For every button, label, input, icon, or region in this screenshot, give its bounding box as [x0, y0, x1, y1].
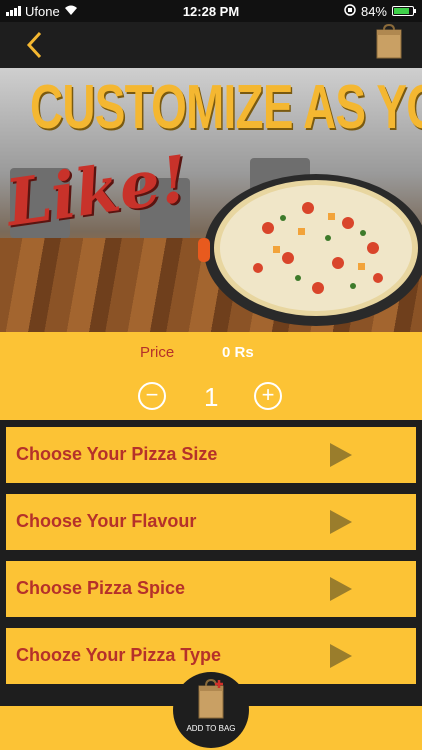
price-value: 0 Rs — [222, 344, 254, 361]
plus-icon: + — [261, 382, 275, 407]
play-arrow-icon — [330, 443, 352, 467]
price-panel: Price 0 Rs − 1 + — [0, 332, 422, 420]
back-button[interactable] — [22, 30, 52, 60]
nav-bar — [0, 22, 422, 68]
paper-bag-icon — [198, 678, 224, 719]
play-arrow-icon — [330, 577, 352, 601]
option-label: Choose Pizza Spice — [16, 578, 186, 598]
minus-icon: − — [145, 382, 159, 407]
options-list: Choose Your Pizza Size Choose Your Flavo… — [0, 420, 422, 710]
battery-icon — [392, 6, 416, 16]
price-label: Price — [140, 344, 175, 361]
quantity-value: 1 — [204, 382, 219, 412]
play-arrow-icon — [330, 510, 352, 534]
chevron-left-icon — [26, 31, 42, 59]
paper-bag-icon — [376, 23, 402, 59]
option-pizza-spice[interactable]: Choose Pizza Spice — [6, 561, 416, 617]
orientation-lock-icon — [344, 3, 356, 19]
option-label: Choose Your Flavour — [16, 511, 197, 531]
add-to-bag-label: ADD TO BAG — [186, 724, 236, 733]
option-pizza-size[interactable]: Choose Your Pizza Size — [6, 427, 416, 483]
promo-banner: CUSTOMIZE AS YOU Like! — [0, 68, 422, 332]
play-arrow-icon — [330, 644, 352, 668]
option-flavour[interactable]: Choose Your Flavour — [6, 494, 416, 550]
battery-percent: 84% — [360, 3, 387, 19]
increment-button[interactable]: + — [254, 382, 282, 410]
option-label: Chooze Your Pizza Type — [16, 645, 222, 665]
status-bar: Ufone 12:28 PM 84% — [0, 0, 422, 22]
add-to-bag-button[interactable]: ADD TO BAG — [173, 672, 249, 748]
option-label: Choose Your Pizza Size — [16, 444, 218, 464]
cart-button[interactable] — [374, 23, 404, 60]
pizza-image — [198, 174, 422, 326]
banner-headline: CUSTOMIZE AS YOU — [30, 73, 422, 142]
decrement-button[interactable]: − — [138, 382, 166, 410]
